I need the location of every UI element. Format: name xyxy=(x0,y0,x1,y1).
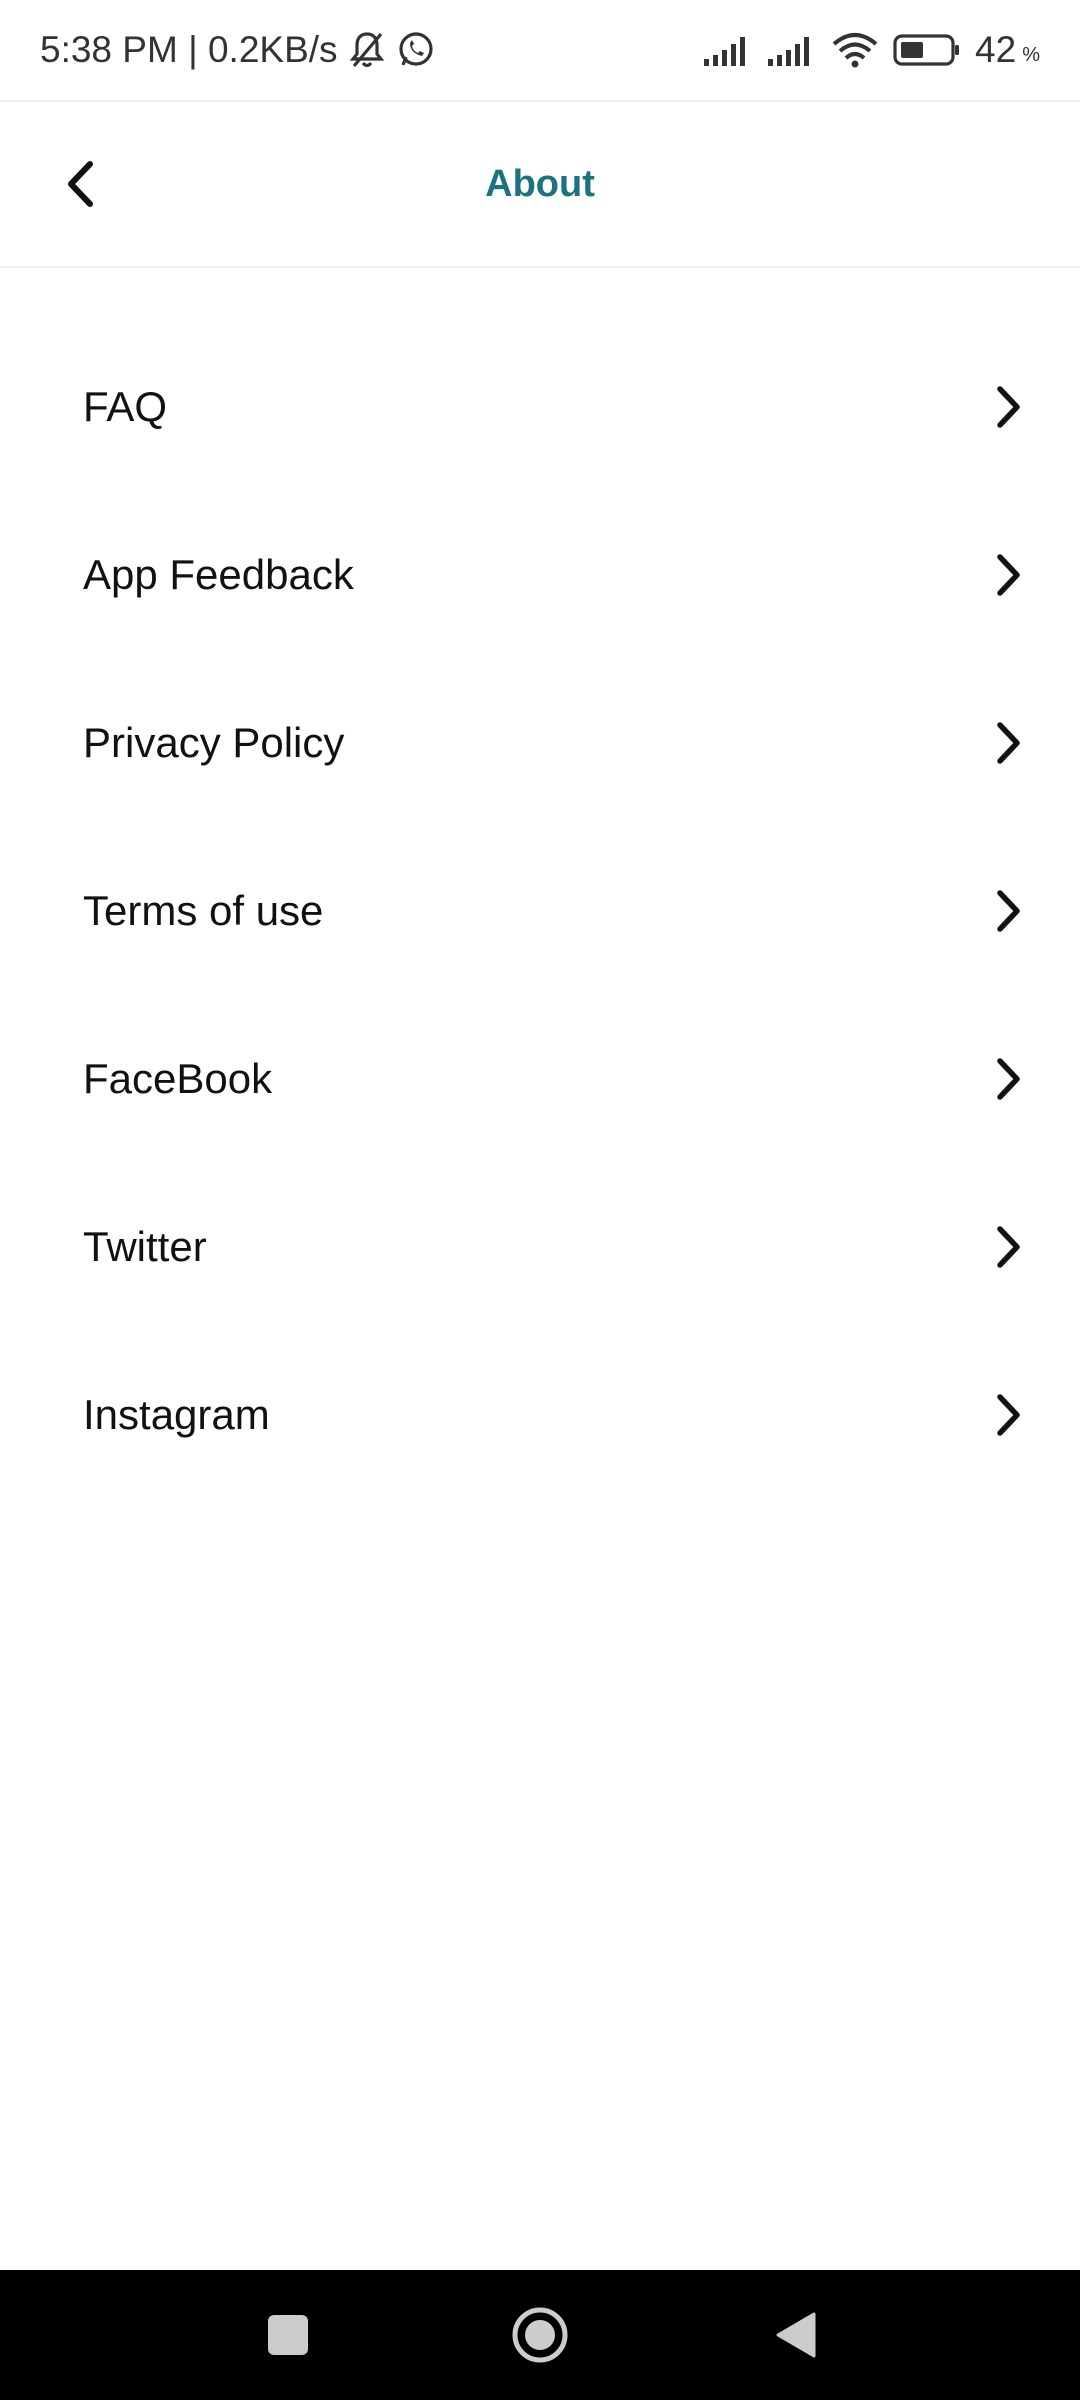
menu-item-label: Privacy Policy xyxy=(83,719,345,766)
back-nav-button[interactable] xyxy=(764,2270,828,2400)
menu-item-facebook[interactable]: FaceBook xyxy=(0,995,1080,1163)
status-right: 42 % xyxy=(703,29,1040,71)
menu-item-terms-of-use[interactable]: Terms of use xyxy=(0,827,1080,995)
mute-bell-icon xyxy=(348,30,386,70)
signal-icon xyxy=(703,33,753,67)
chevron-right-icon xyxy=(988,1053,1028,1105)
header-divider xyxy=(0,266,1080,268)
menu-item-twitter[interactable]: Twitter xyxy=(0,1163,1080,1331)
menu-item-privacy-policy[interactable]: Privacy Policy xyxy=(0,659,1080,827)
chevron-right-icon xyxy=(988,1389,1028,1441)
menu-item-label: Twitter xyxy=(83,1223,207,1270)
app-header: About xyxy=(0,102,1080,266)
menu-item-label: App Feedback xyxy=(83,551,354,598)
status-bar: 5:38 PM | 0.2KB/s 42 % xyxy=(0,0,1080,100)
menu-item-label: FAQ xyxy=(83,383,168,430)
home-circle-icon xyxy=(510,2305,570,2365)
menu-item-faq[interactable]: FAQ xyxy=(0,323,1080,491)
status-time-speed: 5:38 PM | 0.2KB/s xyxy=(40,29,338,70)
recents-button[interactable] xyxy=(252,2270,324,2400)
whatsapp-icon xyxy=(396,30,436,70)
battery-icon xyxy=(893,33,961,67)
back-triangle-icon xyxy=(774,2311,818,2359)
about-screen: 5:38 PM | 0.2KB/s 42 % About FAQ App Fee… xyxy=(0,0,1080,2400)
menu-item-app-feedback[interactable]: App Feedback xyxy=(0,491,1080,659)
menu-item-label: Terms of use xyxy=(83,887,324,934)
chevron-right-icon xyxy=(988,1221,1028,1273)
about-menu: FAQ App Feedback Privacy Policy Terms of us… xyxy=(0,323,1080,1499)
system-nav-bar xyxy=(0,2270,1080,2400)
status-left: 5:38 PM | 0.2KB/s xyxy=(40,29,436,71)
menu-item-label: FaceBook xyxy=(83,1055,273,1102)
wifi-icon xyxy=(831,32,879,68)
chevron-right-icon xyxy=(988,717,1028,769)
back-button[interactable] xyxy=(40,142,120,226)
menu-item-label: Instagram xyxy=(83,1391,270,1438)
home-button[interactable] xyxy=(508,2270,572,2400)
signal-icon xyxy=(767,33,817,67)
chevron-right-icon xyxy=(988,885,1028,937)
battery-unit: % xyxy=(1022,43,1040,66)
recents-square-icon xyxy=(267,2314,309,2356)
page-title: About xyxy=(485,162,595,205)
chevron-right-icon xyxy=(988,381,1028,433)
chevron-right-icon xyxy=(988,549,1028,601)
battery-value: 42 xyxy=(975,29,1017,70)
chevron-left-icon xyxy=(62,159,98,209)
menu-item-instagram[interactable]: Instagram xyxy=(0,1331,1080,1499)
